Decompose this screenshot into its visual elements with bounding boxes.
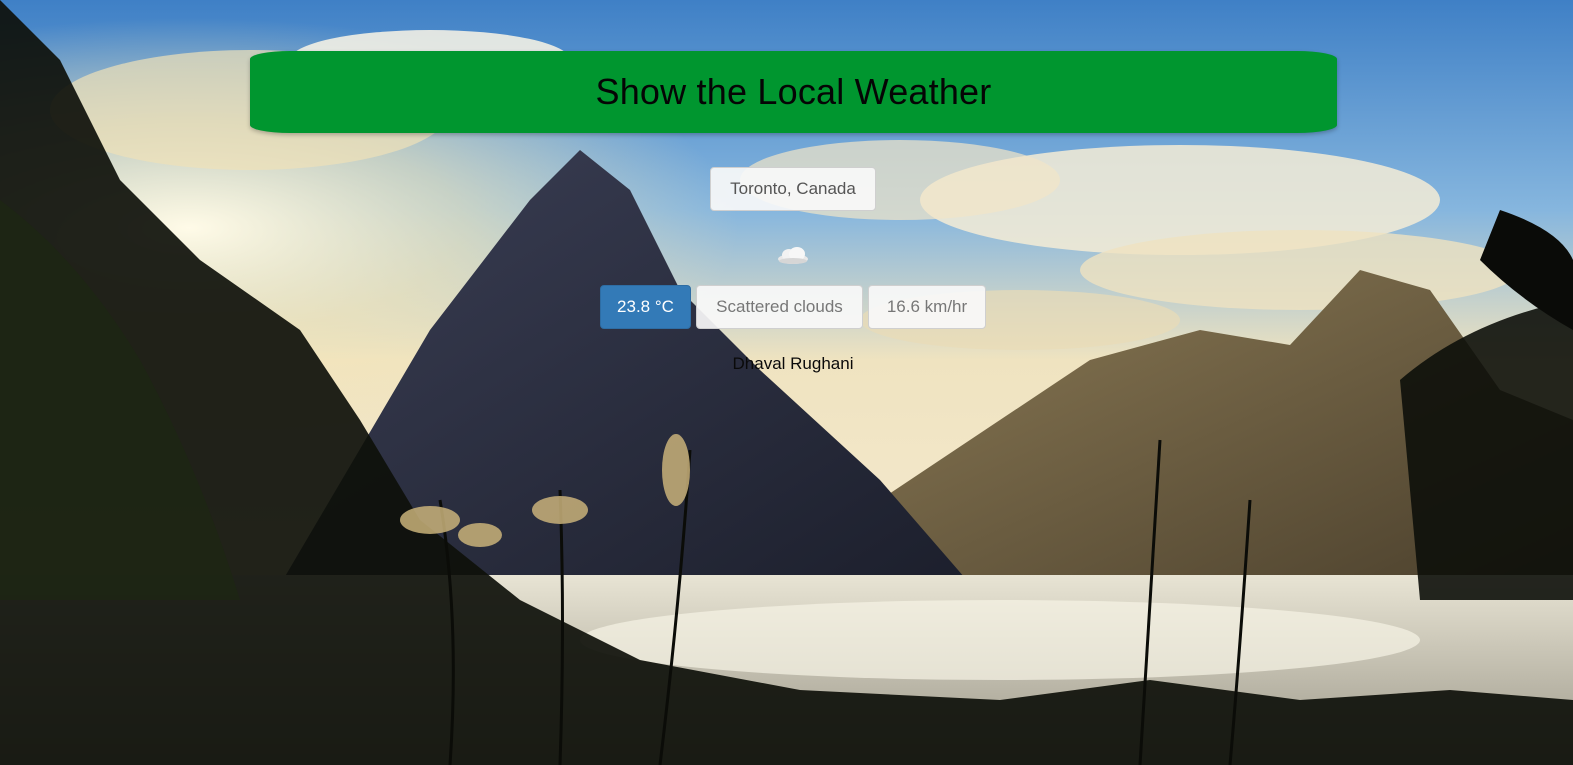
wind-speed: 16.6 km/hr — [868, 285, 986, 329]
author-name: Dhaval Rughani — [732, 354, 854, 373]
temperature-button[interactable]: 23.8 °C — [600, 285, 691, 329]
weather-description: Scattered clouds — [696, 285, 863, 329]
cloud-icon — [778, 247, 808, 264]
page-title: Show the Local Weather — [595, 71, 992, 112]
title-banner: Show the Local Weather — [250, 51, 1337, 133]
location-button[interactable]: Toronto, Canada — [710, 167, 876, 211]
weather-app: Show the Local Weather Toronto, Canada 2… — [0, 0, 1573, 765]
